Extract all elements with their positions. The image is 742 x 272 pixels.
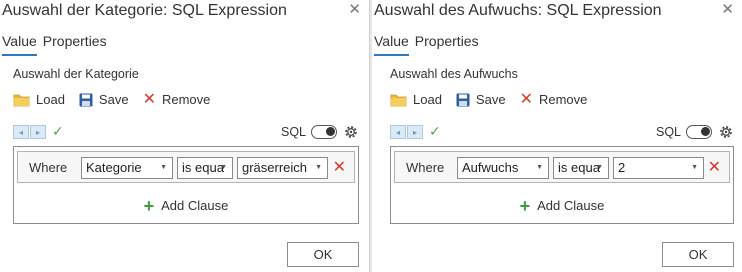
sql-toggle-group: SQL <box>281 124 359 140</box>
value-text: gräserreich <box>242 160 308 175</box>
save-icon <box>456 93 470 106</box>
clause-row: Where Aufwuchs ▼ is equa ▼ 2 ▼ ✕ <box>394 151 730 183</box>
tab-value[interactable]: Value <box>374 32 409 56</box>
validate-check-icon[interactable]: ✓ <box>52 123 64 140</box>
remove-x-icon: ✕ <box>142 90 156 108</box>
save-icon <box>79 93 93 106</box>
close-icon[interactable]: ✕ <box>721 1 734 19</box>
dialog-aufwuchs: Auswahl des Aufwuchs: SQL Expression ✕ V… <box>372 0 742 272</box>
plus-icon: + <box>519 195 531 216</box>
ok-button[interactable]: OK <box>662 242 734 267</box>
collapse-icon[interactable]: ◂ <box>390 125 406 139</box>
operator-dropdown[interactable]: is equa ▼ <box>553 157 609 179</box>
sql-label: SQL <box>655 125 681 139</box>
expression-toolbar: ◂ ▸ ✓ SQL <box>13 123 359 142</box>
where-label: Where <box>29 160 68 175</box>
field-value: Kategorie <box>86 160 142 175</box>
tab-properties[interactable]: Properties <box>43 32 107 56</box>
sql-label: SQL <box>280 125 306 139</box>
chevron-down-icon: ▼ <box>596 164 603 171</box>
remove-clause-icon[interactable]: ✕ <box>333 157 346 177</box>
load-button[interactable]: Load <box>13 92 65 107</box>
ok-button[interactable]: OK <box>287 242 359 267</box>
clause-list: Where Kategorie ▼ is equa ▼ gräserreich … <box>13 146 359 224</box>
clause-list: Where Aufwuchs ▼ is equa ▼ 2 ▼ ✕ + Add C… <box>390 146 734 224</box>
dialog-title: Auswahl der Kategorie: SQL Expression <box>2 2 287 19</box>
sql-toggle-group: SQL <box>656 124 734 140</box>
chevron-down-icon: ▼ <box>160 164 167 171</box>
chevron-down-icon: ▼ <box>536 164 543 171</box>
expand-icon[interactable]: ▸ <box>30 125 46 139</box>
save-button[interactable]: Save <box>456 92 506 107</box>
add-clause-button[interactable]: + Add Clause <box>14 195 358 216</box>
remove-clause-icon[interactable]: ✕ <box>708 157 721 177</box>
field-dropdown[interactable]: Aufwuchs ▼ <box>457 157 549 179</box>
chevron-down-icon: ▼ <box>220 164 227 171</box>
collapse-icon[interactable]: ◂ <box>13 125 29 139</box>
remove-label: Remove <box>538 92 588 107</box>
operator-dropdown[interactable]: is equa ▼ <box>177 157 233 179</box>
mini-buttons: ◂ ▸ <box>13 125 47 139</box>
value-dropdown[interactable]: gräserreich ▼ <box>237 157 328 179</box>
add-clause-label: Add Clause <box>537 198 605 213</box>
field-value: Aufwuchs <box>462 160 519 175</box>
gear-icon[interactable] <box>343 124 359 140</box>
dialog-title: Auswahl des Aufwuchs: SQL Expression <box>374 2 662 19</box>
section-label: Auswahl des Aufwuchs <box>390 67 518 81</box>
clause-row: Where Kategorie ▼ is equa ▼ gräserreich … <box>17 151 355 183</box>
gear-icon[interactable] <box>718 124 734 140</box>
load-label: Load <box>36 92 65 107</box>
expand-icon[interactable]: ▸ <box>407 125 423 139</box>
remove-button[interactable]: ✕ Remove <box>519 90 588 108</box>
sql-toggle[interactable] <box>311 125 337 139</box>
save-label: Save <box>475 92 506 107</box>
folder-icon <box>13 94 30 106</box>
plus-icon: + <box>143 195 155 216</box>
remove-x-icon: ✕ <box>519 90 533 108</box>
add-clause-label: Add Clause <box>161 198 229 213</box>
value-dropdown[interactable]: 2 ▼ <box>613 157 704 179</box>
tab-bar: Value Properties <box>374 32 479 56</box>
remove-button[interactable]: ✕ Remove <box>142 90 211 108</box>
load-button[interactable]: Load <box>390 92 442 107</box>
value-text: 2 <box>618 160 626 175</box>
load-label: Load <box>413 92 442 107</box>
action-row: Load Save ✕ Remove <box>390 90 601 108</box>
validate-check-icon[interactable]: ✓ <box>429 123 441 140</box>
where-label: Where <box>406 160 445 175</box>
folder-icon <box>390 94 407 106</box>
sql-toggle[interactable] <box>686 125 712 139</box>
tab-bar: Value Properties <box>2 32 107 56</box>
action-row: Load Save ✕ Remove <box>13 90 224 108</box>
add-clause-button[interactable]: + Add Clause <box>391 195 733 216</box>
tab-value[interactable]: Value <box>2 32 37 56</box>
remove-label: Remove <box>161 92 211 107</box>
operator-value: is equa <box>558 160 600 175</box>
close-icon[interactable]: ✕ <box>348 1 361 19</box>
section-label: Auswahl der Kategorie <box>13 67 139 81</box>
save-button[interactable]: Save <box>79 92 129 107</box>
tab-properties[interactable]: Properties <box>415 32 479 56</box>
operator-value: is equa <box>182 160 224 175</box>
chevron-down-icon: ▼ <box>315 164 322 171</box>
chevron-down-icon: ▼ <box>691 164 698 171</box>
expression-toolbar: ◂ ▸ ✓ SQL <box>390 123 734 142</box>
dialog-kategorie: Auswahl der Kategorie: SQL Expression ✕ … <box>0 0 369 272</box>
mini-buttons: ◂ ▸ <box>390 125 424 139</box>
field-dropdown[interactable]: Kategorie ▼ <box>81 157 173 179</box>
save-label: Save <box>98 92 129 107</box>
